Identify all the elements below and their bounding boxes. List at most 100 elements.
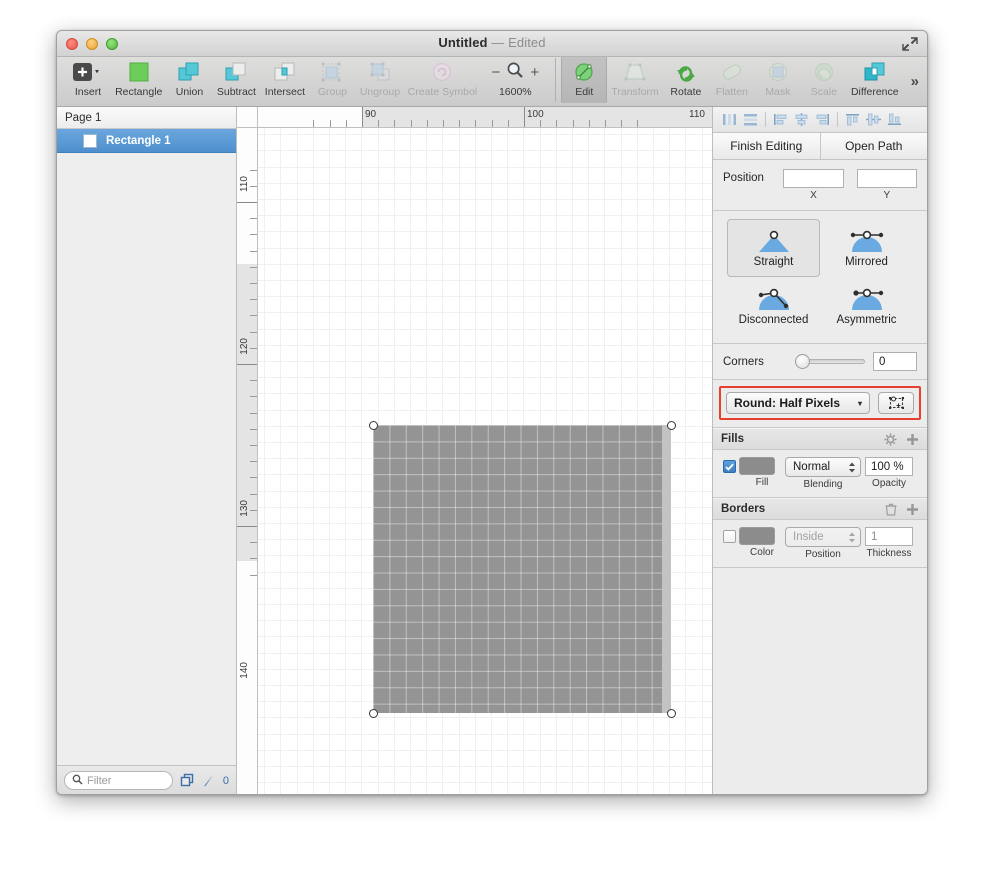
corners-slider[interactable] <box>795 359 865 364</box>
fullscreen-expand-icon[interactable] <box>901 36 919 52</box>
app-window: Untitled — Edited Insert <box>56 30 928 795</box>
design-canvas[interactable] <box>258 128 712 795</box>
document-edited-state: Edited <box>508 35 545 50</box>
ruler-tick <box>250 542 257 543</box>
ruler-tick <box>237 364 257 365</box>
align-left-icon[interactable] <box>770 110 791 130</box>
toolbar-union-button[interactable]: Union <box>166 57 212 103</box>
toolbar-overflow-button[interactable]: » <box>903 73 927 90</box>
toolbar-scale-button[interactable]: Scale <box>801 57 847 103</box>
toolbar-create-symbol-button[interactable]: Create Symbol <box>404 57 480 103</box>
position-x-input[interactable] <box>783 169 843 188</box>
ruler-tick <box>250 575 257 576</box>
magnifier-icon[interactable] <box>506 61 524 84</box>
vertical-ruler[interactable]: 110120130140 <box>237 128 258 795</box>
fill-blending-select[interactable]: Normal <box>785 457 861 477</box>
search-icon <box>72 772 83 790</box>
align-divider-2 <box>837 112 838 127</box>
rectangle-shape[interactable] <box>373 425 671 713</box>
toolbar-intersect-button[interactable]: Intersect <box>260 57 309 103</box>
align-middle-vertical-icon[interactable] <box>863 110 884 130</box>
align-right-icon[interactable] <box>812 110 833 130</box>
plus-square-dropdown-icon <box>71 59 105 85</box>
position-label: Position <box>723 169 783 184</box>
point-type-straight-label: Straight <box>754 256 794 268</box>
ruler-tick <box>250 477 257 478</box>
ruler-tick <box>492 120 493 127</box>
trash-icon[interactable] <box>885 503 897 516</box>
fill-opacity-input[interactable]: 100 % <box>865 457 913 476</box>
ruler-tick <box>589 120 590 127</box>
distribute-horizontal-icon[interactable] <box>719 110 740 130</box>
point-type-disconnected-button[interactable]: Disconnected <box>727 277 820 335</box>
pen-icon[interactable] <box>202 773 216 788</box>
alignment-toolbar <box>713 107 927 133</box>
transform-icon <box>622 59 648 85</box>
horizontal-ruler[interactable]: 90100110 <box>237 107 712 128</box>
corners-slider-knob[interactable] <box>795 354 810 369</box>
canvas-gridline <box>258 393 712 394</box>
position-y-input[interactable] <box>857 169 917 188</box>
borders-title: Borders <box>721 503 765 515</box>
point-type-asymmetric-button[interactable]: Asymmetric <box>820 277 913 335</box>
align-center-horizontal-icon[interactable] <box>791 110 812 130</box>
blending-label: Blending <box>785 479 861 490</box>
canvas-gridline <box>258 167 712 168</box>
ruler-tick <box>250 170 257 171</box>
toolbar-subtract-button[interactable]: Subtract <box>212 57 260 103</box>
point-type-section: Straight Mirrored <box>713 211 927 344</box>
toolbar-edit-button[interactable]: Edit <box>561 57 607 103</box>
opacity-label: Opacity <box>865 478 913 489</box>
border-position-select[interactable]: Inside <box>785 527 861 547</box>
ruler-tick <box>250 558 257 559</box>
ruler-corner <box>237 107 258 128</box>
toolbar-group-button[interactable]: Group <box>309 57 355 103</box>
toolbar-insert-button[interactable]: Insert <box>65 57 111 103</box>
toolbar-ungroup-button[interactable]: Ungroup <box>355 57 404 103</box>
add-border-icon[interactable] <box>906 503 919 516</box>
bottom-left-handle[interactable] <box>369 709 378 718</box>
zoom-in-button[interactable]: + <box>530 65 539 80</box>
bottom-right-handle[interactable] <box>667 709 676 718</box>
top-right-handle[interactable] <box>667 421 676 430</box>
toolbar-mask-button[interactable]: Mask <box>755 57 801 103</box>
rounding-selected-label: Round: Half Pixels <box>734 396 840 410</box>
add-fill-icon[interactable] <box>906 433 919 446</box>
point-type-mirrored-button[interactable]: Mirrored <box>820 219 913 277</box>
align-bottom-icon[interactable] <box>884 110 905 130</box>
zoom-out-button[interactable]: − <box>492 65 501 80</box>
border-thickness-input[interactable]: 1 <box>865 527 913 546</box>
gear-icon[interactable] <box>884 433 897 446</box>
point-type-straight-button[interactable]: Straight <box>727 219 820 277</box>
toolbar-rotate-label: Rotate <box>670 86 701 98</box>
selection-count: 0 <box>223 775 229 787</box>
top-left-handle[interactable] <box>369 421 378 430</box>
toolbar-insert-label: Insert <box>75 86 101 98</box>
canvas-gridline <box>702 128 703 795</box>
page-selector[interactable]: Page 1 <box>57 107 236 129</box>
ruler-tick <box>362 107 363 127</box>
corners-value-input[interactable]: 0 <box>873 352 917 371</box>
fill-color-swatch[interactable] <box>739 457 775 475</box>
border-color-swatch[interactable] <box>739 527 775 545</box>
open-path-button[interactable]: Open Path <box>820 133 928 159</box>
distribute-vertical-icon[interactable] <box>740 110 761 130</box>
toolbar-rotate-button[interactable]: Rotate <box>663 57 709 103</box>
ruler-tick <box>250 445 257 446</box>
toolbar-rectangle-button[interactable]: Rectangle <box>111 57 166 103</box>
fill-enabled-checkbox[interactable] <box>723 460 736 473</box>
pixel-grid-overlay <box>373 425 671 713</box>
filter-input[interactable]: Filter <box>64 771 173 790</box>
rounding-dropdown[interactable]: Round: Half Pixels ▾ <box>726 392 870 414</box>
align-top-icon[interactable] <box>842 110 863 130</box>
duplicate-icon[interactable] <box>180 773 195 788</box>
canvas-gridline <box>345 128 346 795</box>
toolbar-transform-button[interactable]: Transform <box>607 57 663 103</box>
border-enabled-checkbox[interactable] <box>723 530 736 543</box>
toolbar-flatten-button[interactable]: Flatten <box>709 57 755 103</box>
path-bounds-button[interactable] <box>878 392 914 414</box>
layer-row-rectangle-1[interactable]: Rectangle 1 <box>57 129 236 153</box>
canvas-gridline <box>258 183 712 184</box>
toolbar-difference-button[interactable]: Difference <box>847 57 903 103</box>
finish-editing-button[interactable]: Finish Editing <box>713 133 820 159</box>
